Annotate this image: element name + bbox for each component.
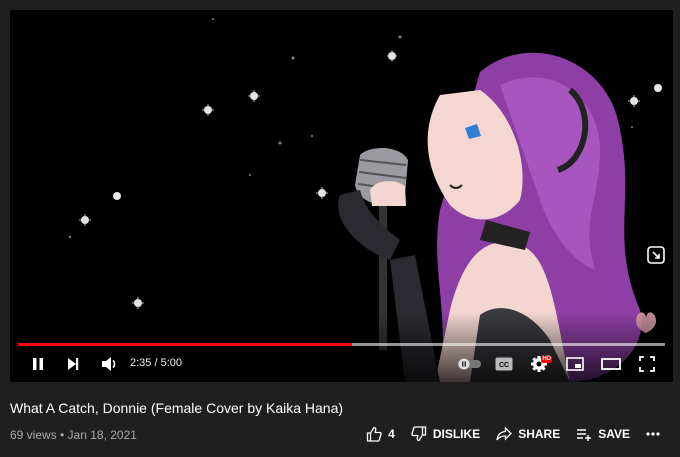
more-icon xyxy=(646,432,660,436)
dislike-label: DISLIKE xyxy=(432,427,481,441)
pause-icon xyxy=(33,358,43,370)
share-label: SHARE xyxy=(518,427,561,441)
svg-text:CC: CC xyxy=(499,362,509,369)
thumbs-up-icon xyxy=(367,426,382,442)
volume-icon xyxy=(102,357,116,371)
captions-button[interactable]: CC xyxy=(492,350,516,378)
theater-mode-icon xyxy=(601,358,621,370)
share-button[interactable]: SHARE xyxy=(496,426,560,442)
playlist-add-icon xyxy=(577,429,592,441)
dislike-button[interactable]: DISLIKE xyxy=(411,426,480,442)
save-button[interactable]: SAVE xyxy=(576,426,630,442)
save-label: SAVE xyxy=(598,427,630,441)
autoplay-toggle-icon xyxy=(457,358,481,370)
time-display: 2:35 / 5:00 xyxy=(130,357,182,369)
picture-in-picture-icon[interactable] xyxy=(645,244,667,266)
share-icon xyxy=(496,426,513,441)
next-button[interactable] xyxy=(62,350,84,378)
hd-badge: HD xyxy=(541,356,552,363)
like-count: 4 xyxy=(388,427,395,441)
theater-mode-button[interactable] xyxy=(598,350,624,378)
player-controls: 2:35 / 5:00 CC HD xyxy=(10,350,673,378)
miniplayer-button[interactable] xyxy=(562,350,588,378)
volume-button[interactable] xyxy=(98,350,122,378)
captions-icon: CC xyxy=(495,357,513,371)
miniplayer-icon xyxy=(566,357,584,371)
action-bar: 4 DISLIKE SHARE SAVE xyxy=(350,424,666,444)
video-meta: 69 views • Jan 18, 2021 xyxy=(10,428,137,442)
more-actions-button[interactable] xyxy=(646,432,666,436)
video-title: What A Catch, Donnie (Female Cover by Ka… xyxy=(10,400,344,416)
like-button[interactable]: 4 xyxy=(366,426,395,442)
next-icon xyxy=(68,358,79,370)
settings-button[interactable]: HD xyxy=(526,350,552,378)
progress-bar[interactable] xyxy=(18,343,665,346)
autoplay-toggle[interactable] xyxy=(454,350,484,378)
fullscreen-button[interactable] xyxy=(634,350,660,378)
played-bar xyxy=(18,343,353,346)
thumbs-down-icon xyxy=(411,426,426,442)
pause-button[interactable] xyxy=(26,350,50,378)
video-player[interactable]: 2:35 / 5:00 CC HD xyxy=(10,10,673,382)
fullscreen-icon xyxy=(639,356,655,372)
